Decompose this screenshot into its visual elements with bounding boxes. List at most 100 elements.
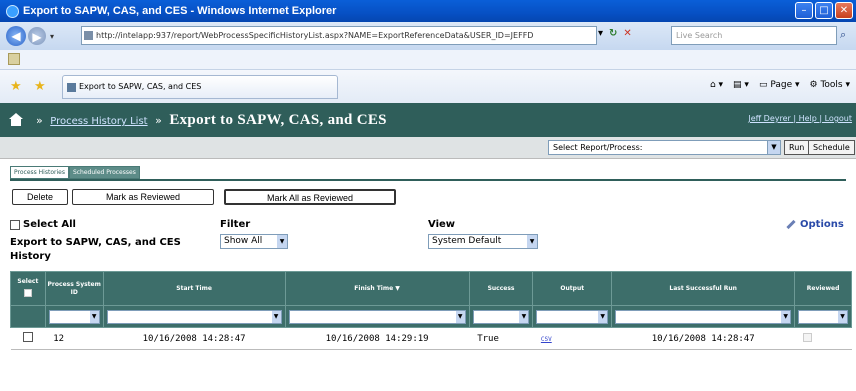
- table-row[interactable]: 12 10/16/2008 14:28:47 10/16/2008 14:29:…: [10, 327, 852, 350]
- tab-bar: ★ ★ Export to SAPW, CAS, and CES ⌂ ▾ ▤ ▾…: [0, 70, 856, 103]
- page-menu[interactable]: ▭ Page ▾: [759, 80, 800, 90]
- sort-desc-icon: ▼: [395, 284, 400, 292]
- cell-start-time: 10/16/2008 14:28:47: [103, 327, 286, 350]
- cell-success: True: [469, 327, 533, 350]
- content-tabs: Process Histories Scheduled Processes: [10, 166, 140, 179]
- filter-start-time[interactable]: ▼: [106, 309, 282, 324]
- run-button[interactable]: Run: [784, 140, 810, 155]
- output-link[interactable]: CSV: [541, 336, 552, 343]
- filter-reviewed[interactable]: ▼: [798, 309, 848, 324]
- view-label: View: [428, 219, 456, 230]
- history-dropdown-icon[interactable]: ▾: [50, 32, 54, 41]
- ie-command-bar: ⌂ ▾ ▤ ▾ ▭ Page ▾ ⚙ Tools ▾: [710, 80, 850, 90]
- report-select-value: Select Report/Process:: [553, 143, 643, 152]
- page-icon: [84, 31, 93, 40]
- chevron-down-icon: ▼: [271, 310, 281, 323]
- report-process-select[interactable]: Select Report/Process: ▼: [548, 140, 781, 155]
- tab-favicon-icon: [67, 83, 76, 92]
- maximize-button[interactable]: □: [815, 2, 833, 19]
- search-icon[interactable]: ⌕: [840, 28, 846, 42]
- pencil-icon: [786, 219, 796, 230]
- address-bar[interactable]: http://intelapp:937/report/WebProcessSpe…: [81, 26, 597, 45]
- cell-output: CSV: [532, 327, 612, 350]
- back-button[interactable]: ◀: [6, 26, 26, 46]
- forward-button[interactable]: ▶: [28, 27, 46, 45]
- column-header-output[interactable]: Output: [532, 271, 613, 306]
- options-label: Options: [800, 219, 844, 230]
- options-link[interactable]: Options: [786, 219, 844, 230]
- report-select-bar: Select Report/Process: ▼ Run Schedule: [0, 137, 856, 159]
- select-all-label: Select All: [23, 219, 76, 230]
- add-favorite-icon[interactable]: ★: [34, 79, 46, 94]
- browser-tab[interactable]: Export to SAPW, CAS, and CES: [62, 75, 338, 99]
- filter-cell: ▼: [611, 305, 796, 328]
- column-header-reviewed[interactable]: Reviewed: [794, 271, 852, 306]
- mark-all-reviewed-button[interactable]: Mark All as Reviewed: [224, 189, 396, 205]
- column-header-finish-time[interactable]: Finish Time ▼: [284, 271, 470, 306]
- filter-cell: ▼: [284, 305, 470, 328]
- cell-last-successful-run: 10/16/2008 14:28:47: [611, 327, 795, 350]
- page-title: Export to SAPW, CAS, and CES: [169, 112, 387, 128]
- filter-cell: ▼: [44, 305, 104, 328]
- window-title-bar: Export to SAPW, CAS, and CES - Windows I…: [0, 0, 856, 22]
- print-icon[interactable]: ▤ ▾: [733, 80, 749, 90]
- filter-last-successful-run[interactable]: ▼: [615, 309, 792, 324]
- column-header-process-system-id[interactable]: Process System ID: [44, 271, 104, 306]
- ie-logo-icon: [6, 4, 19, 18]
- filter-label: Filter: [220, 219, 251, 230]
- favorites-star-icon[interactable]: ★: [10, 79, 22, 94]
- select-all-checkbox[interactable]: [10, 219, 20, 230]
- filter-cell: ▼: [102, 305, 286, 328]
- breadcrumb: » Process History List » Export to SAPW,…: [32, 112, 387, 129]
- chevron-down-icon: ▼: [598, 310, 608, 323]
- select-all[interactable]: Select All: [10, 219, 76, 230]
- breadcrumb-process-history-list[interactable]: Process History List: [50, 116, 147, 127]
- tab-process-histories[interactable]: Process Histories: [10, 166, 69, 179]
- column-header-start-time[interactable]: Start Time: [102, 271, 286, 306]
- filter-output[interactable]: ▼: [536, 309, 609, 324]
- filter-success[interactable]: ▼: [472, 309, 530, 324]
- refresh-icon[interactable]: ↻: [609, 28, 617, 39]
- chevron-down-icon: ▼: [767, 141, 780, 154]
- filter-select[interactable]: Show All ▼: [220, 234, 288, 249]
- row-select-checkbox[interactable]: [22, 332, 33, 342]
- filter-cell-select: [10, 305, 46, 328]
- chevron-down-icon: ▼: [519, 310, 529, 323]
- view-select[interactable]: System Default ▼: [428, 234, 538, 249]
- chevron-down-icon: ▼: [89, 310, 99, 323]
- tab-divider: [10, 179, 846, 181]
- column-header-success[interactable]: Success: [468, 271, 534, 306]
- close-button[interactable]: ✕: [835, 2, 853, 19]
- tools-menu[interactable]: ⚙ Tools ▾: [810, 80, 851, 90]
- column-header-last-successful-run[interactable]: Last Successful Run: [611, 271, 796, 306]
- schedule-button[interactable]: Schedule: [808, 140, 855, 155]
- column-header-select[interactable]: Select: [10, 271, 46, 306]
- filter-cell: ▼: [794, 305, 852, 328]
- chevron-down-icon: ▼: [277, 235, 287, 248]
- minimize-button[interactable]: –: [795, 2, 813, 19]
- links-icon[interactable]: [8, 53, 20, 65]
- search-input[interactable]: Live Search: [671, 26, 837, 45]
- home-icon[interactable]: [9, 113, 23, 126]
- grid-header-row: Select Process System ID Start Time Fini…: [10, 271, 852, 306]
- address-dropdown-icon[interactable]: ▾: [598, 28, 603, 39]
- address-url: http://intelapp:937/report/WebProcessSpe…: [96, 31, 534, 40]
- tab-title: Export to SAPW, CAS, and CES: [79, 82, 202, 91]
- chevron-down-icon: ▼: [455, 310, 465, 323]
- filter-cell: ▼: [532, 305, 613, 328]
- user-links[interactable]: Jeff Deyrer | Help | Logout: [748, 114, 852, 123]
- filter-process-system-id[interactable]: ▼: [48, 309, 100, 324]
- filter-finish-time[interactable]: ▼: [288, 309, 466, 324]
- window-title: Export to SAPW, CAS, and CES - Windows I…: [23, 5, 337, 17]
- stop-icon[interactable]: ✕: [623, 28, 631, 39]
- reviewed-checkbox[interactable]: [802, 332, 812, 342]
- filter-value: Show All: [224, 236, 263, 246]
- app-header: » Process History List » Export to SAPW,…: [0, 103, 856, 137]
- tab-scheduled-processes[interactable]: Scheduled Processes: [68, 166, 140, 179]
- header-select-checkbox[interactable]: [23, 288, 32, 297]
- mark-reviewed-button[interactable]: Mark as Reviewed: [72, 189, 214, 205]
- delete-button[interactable]: Delete: [12, 189, 68, 205]
- home-feeds-icon[interactable]: ⌂ ▾: [710, 80, 723, 90]
- history-grid: Select Process System ID Start Time Fini…: [10, 271, 852, 350]
- cell-finish-time: 10/16/2008 14:29:19: [285, 327, 470, 350]
